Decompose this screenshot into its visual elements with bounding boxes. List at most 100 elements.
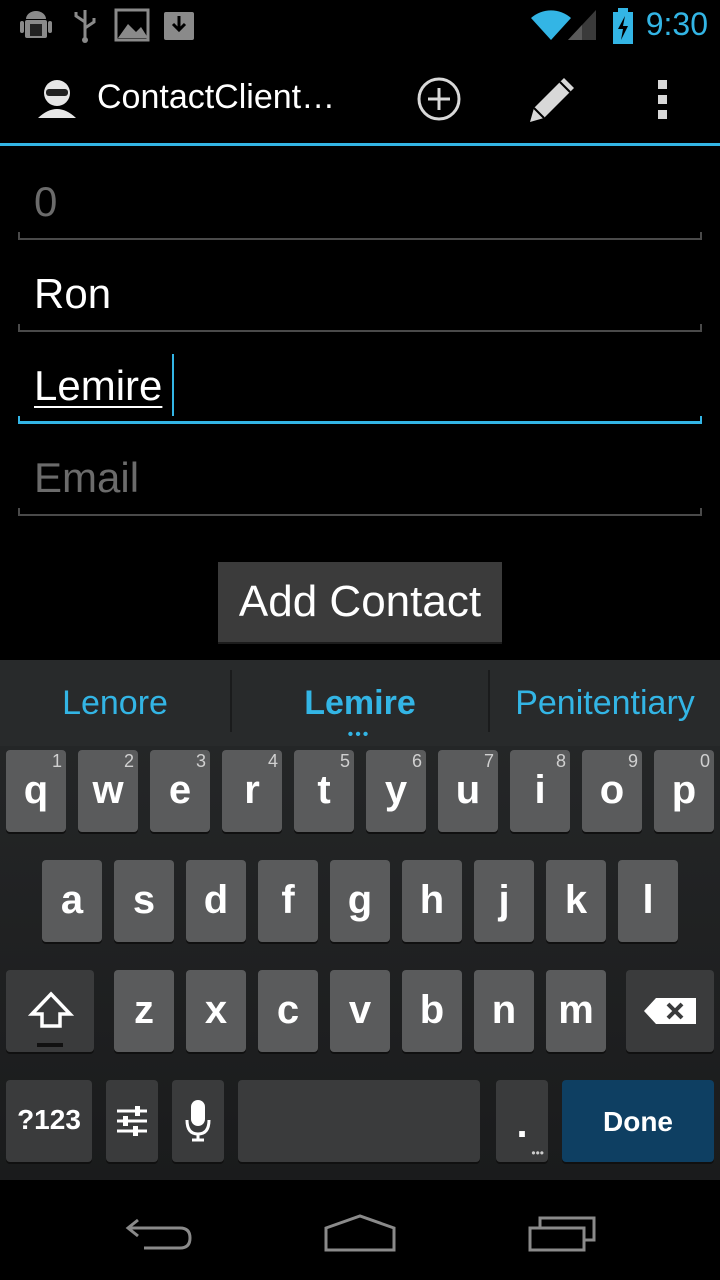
key-label: z <box>134 988 154 1032</box>
home-icon[interactable] <box>322 1212 398 1254</box>
done-key-label: Done <box>603 1106 673 1137</box>
key-h[interactable]: h <box>402 860 462 942</box>
key-z[interactable]: z <box>114 970 174 1052</box>
add-contact-button[interactable]: Add Contact <box>218 562 502 642</box>
key-label: a <box>60 878 84 922</box>
android-debug-icon <box>20 11 52 38</box>
key-label: s <box>132 878 156 922</box>
email-placeholder: Email <box>34 454 140 501</box>
first-name-field[interactable]: Ron <box>18 252 702 332</box>
last-name-field[interactable]: Lemire <box>18 344 702 424</box>
last-name-value: Lemire <box>34 362 163 409</box>
shift-arrow-icon <box>28 991 74 1028</box>
key-label: n <box>491 988 517 1032</box>
microphone-icon <box>185 1100 211 1142</box>
key-g[interactable]: g <box>330 860 390 942</box>
download-icon <box>164 12 194 40</box>
key-label: h <box>419 878 445 922</box>
navigation-bar <box>0 1180 720 1280</box>
battery-charging-icon <box>613 8 633 44</box>
key-p[interactable]: p0 <box>654 750 714 832</box>
key-j[interactable]: j <box>474 860 534 942</box>
suggestion-3[interactable]: Penitentiary <box>490 660 720 746</box>
key-label: e <box>168 768 192 812</box>
email-field[interactable]: Email <box>18 436 702 516</box>
key-label: y <box>384 768 408 812</box>
key-hint-number: 6 <box>411 751 422 771</box>
key-d[interactable]: d <box>186 860 246 942</box>
key-label: c <box>276 988 300 1032</box>
voice-input-key[interactable] <box>172 1080 224 1162</box>
id-field[interactable]: 0 <box>18 160 702 240</box>
id-field-placeholder: 0 <box>34 178 58 225</box>
key-m[interactable]: m <box>546 970 606 1052</box>
symbols-key[interactable]: ?123 <box>6 1080 92 1162</box>
period-key[interactable]: . ••• <box>496 1080 548 1162</box>
key-label: g <box>347 878 373 922</box>
key-hint-number: 8 <box>555 751 566 771</box>
period-key-label: . <box>516 1102 528 1146</box>
image-icon <box>114 8 150 42</box>
key-x[interactable]: x <box>186 970 246 1052</box>
first-name-value: Ron <box>34 270 112 317</box>
key-label: m <box>558 988 594 1032</box>
clock: 9:30 <box>645 6 708 42</box>
key-s[interactable]: s <box>114 860 174 942</box>
key-r[interactable]: r4 <box>222 750 282 832</box>
key-l[interactable]: l <box>618 860 678 942</box>
key-hint-number: 7 <box>483 751 494 771</box>
key-q[interactable]: q1 <box>6 750 66 832</box>
edit-pencil-icon[interactable] <box>524 72 580 126</box>
key-e[interactable]: e3 <box>150 750 210 832</box>
key-v[interactable]: v <box>330 970 390 1052</box>
key-a[interactable]: a <box>42 860 102 942</box>
text-cursor <box>172 354 174 416</box>
usb-icon <box>74 10 96 43</box>
recent-apps-icon[interactable] <box>526 1214 598 1254</box>
settings-sliders-icon <box>117 1106 147 1136</box>
backspace-icon <box>644 998 696 1024</box>
status-bar: 9:30 <box>0 0 720 50</box>
suggestion-more-indicator[interactable]: ••• <box>344 726 374 744</box>
key-n[interactable]: n <box>474 970 534 1052</box>
key-k[interactable]: k <box>546 860 606 942</box>
backspace-key[interactable] <box>626 970 714 1052</box>
key-b[interactable]: b <box>402 970 462 1052</box>
key-u[interactable]: u7 <box>438 750 498 832</box>
key-hint-number: 4 <box>267 751 278 771</box>
key-label: v <box>348 988 372 1032</box>
app-title: ContactClient… <box>97 78 336 116</box>
key-label: f <box>281 878 295 922</box>
key-label: q <box>23 768 49 812</box>
key-label: k <box>564 878 588 922</box>
back-icon[interactable] <box>124 1214 194 1254</box>
key-label: w <box>92 768 124 812</box>
key-f[interactable]: f <box>258 860 318 942</box>
key-hint-number: 1 <box>51 751 62 771</box>
key-label: j <box>498 878 510 922</box>
key-w[interactable]: w2 <box>78 750 138 832</box>
signal-icon <box>568 10 596 40</box>
add-circle-icon[interactable] <box>416 76 462 122</box>
key-c[interactable]: c <box>258 970 318 1052</box>
suggestion-1[interactable]: Lenore <box>0 660 230 746</box>
action-bar-divider <box>0 143 720 146</box>
space-key[interactable] <box>238 1080 480 1162</box>
overflow-menu-icon[interactable] <box>658 80 668 120</box>
done-key[interactable]: Done <box>562 1080 714 1162</box>
app-contact-icon[interactable] <box>36 78 78 120</box>
key-label: b <box>419 988 445 1032</box>
key-label: l <box>642 878 654 922</box>
key-hint-number: 2 <box>123 751 134 771</box>
shift-key[interactable] <box>6 970 94 1052</box>
key-hint-number: 0 <box>699 751 710 771</box>
key-hint-number: 5 <box>339 751 350 771</box>
key-y[interactable]: y6 <box>366 750 426 832</box>
key-i[interactable]: i8 <box>510 750 570 832</box>
key-t[interactable]: t5 <box>294 750 354 832</box>
settings-key[interactable] <box>106 1080 158 1162</box>
key-label: t <box>317 768 331 812</box>
key-label: o <box>599 768 625 812</box>
suggestion-strip: Lenore Lemire Penitentiary ••• <box>0 660 720 746</box>
key-o[interactable]: o9 <box>582 750 642 832</box>
